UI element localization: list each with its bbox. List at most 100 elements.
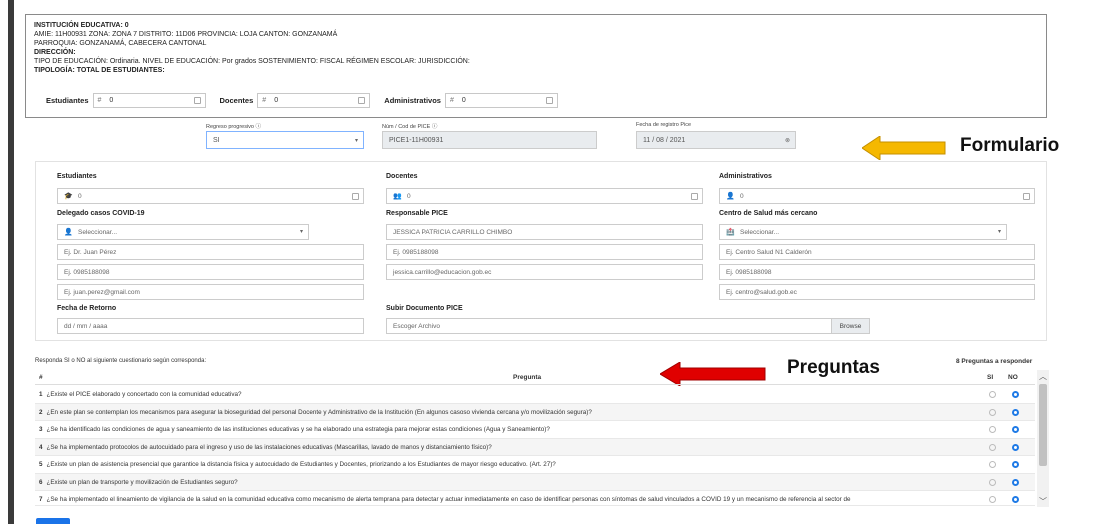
question-row: 6 ¿Existe un plan de transporte y moviliz… <box>35 473 1035 491</box>
delegado-email-input[interactable]: Ej. juan.perez@gmail.com <box>57 284 364 300</box>
info-line-tipologia: TIPOLOGÍA: TOTAL DE ESTUDIANTES: <box>34 67 165 74</box>
answer-si-radio[interactable] <box>989 478 996 486</box>
centro-salud-select[interactable]: 🏥 Seleccionar... ▾ <box>719 224 1007 240</box>
file-upload-placeholder: Escoger Archivo <box>393 322 440 330</box>
question-row: 4 ¿Se ha implementado protocolos de autoc… <box>35 438 1035 456</box>
hospital-icon: 🏥 <box>726 229 735 236</box>
docentes-value: 0 <box>407 192 411 200</box>
responsable-name-input[interactable]: JESSICA PATRICIA CARRILLO CHIMBO <box>386 224 703 240</box>
estudiantes-label: Estudiantes <box>57 173 97 180</box>
question-number: 3 <box>39 426 43 433</box>
info-line-tipo-educacion: TIPO DE EDUCACIÓN: Ordinaria. NIVEL DE E… <box>34 58 470 65</box>
answer-no-radio[interactable] <box>1012 478 1019 486</box>
counter-label-administrativos: Administrativos <box>384 96 441 105</box>
hash-icon: # <box>449 97 454 104</box>
question-row: 3 ¿Se ha identificado las condiciones de … <box>35 421 1035 439</box>
counter-docentes-input[interactable]: # 0 <box>257 93 371 108</box>
spinner-icon[interactable] <box>358 97 366 104</box>
delegado-phone-placeholder: Ej. 0985188098 <box>64 268 110 276</box>
counter-label-docentes: Docentes <box>219 96 254 105</box>
counter-value: 0 <box>461 97 466 104</box>
hash-icon: # <box>97 97 102 104</box>
question-number: 7 <box>39 496 43 503</box>
question-text-wrap: 1 ¿Existe el PICE elaborado y concertado … <box>39 391 974 398</box>
spinner-icon[interactable] <box>691 193 698 200</box>
responsable-phone-input[interactable]: Ej. 0985188098 <box>386 244 703 260</box>
docentes-label: Docentes <box>386 173 418 180</box>
regreso-value: SI <box>213 136 220 144</box>
clear-icon: ⊗ <box>784 138 790 144</box>
chevron-down-icon: ▾ <box>299 229 303 235</box>
centro-email-input[interactable]: Ej. centro@salud.gob.ec <box>719 284 1035 300</box>
regreso-select[interactable]: SI ▾ <box>206 131 364 149</box>
questions-table-header: # Pregunta SI NO <box>35 371 1035 385</box>
question-text: ¿Se ha identificado las condiciones de a… <box>46 426 550 433</box>
question-text-wrap: 5 ¿Existe un plan de asistencia presencia… <box>39 461 974 468</box>
answer-no-radio[interactable] <box>1012 496 1019 503</box>
question-number: 4 <box>39 443 43 451</box>
graduation-cap-icon: 🎓 <box>64 193 73 200</box>
question-text: ¿Se ha implementado protocolos de autocu… <box>46 443 492 451</box>
spinner-icon[interactable] <box>1023 193 1030 200</box>
question-row: 7 ¿Se ha implementado el lineamiento de v… <box>35 491 1035 506</box>
docentes-input[interactable]: 👥 0 <box>386 188 703 204</box>
col-num-header: # <box>39 374 43 381</box>
centro-email-placeholder: Ej. centro@salud.gob.ec <box>726 288 797 296</box>
question-text: ¿En este plan se contemplan los mecanism… <box>46 408 592 416</box>
chevron-down-icon[interactable]: ﹀ <box>1037 495 1049 507</box>
answer-no-radio[interactable] <box>1012 426 1019 433</box>
answer-si-radio[interactable] <box>989 496 996 503</box>
col-si-header: SI <box>987 374 994 381</box>
answer-no-radio[interactable] <box>1012 408 1019 416</box>
centro-name-input[interactable]: Ej. Centro Salud N1 Calderón <box>719 244 1035 260</box>
questions-count: 8 Preguntas a responder <box>956 358 1033 365</box>
formulario-annotation: Formulario <box>960 135 1060 156</box>
counter-administrativos-input[interactable]: # 0 <box>444 93 558 108</box>
answer-si-radio[interactable] <box>989 461 996 468</box>
file-upload-input[interactable]: Escoger Archivo Browse <box>386 318 870 334</box>
question-row: 1 ¿Existe el PICE elaborado y concertado … <box>35 386 1035 404</box>
administrativos-label: Administrativos <box>719 173 772 180</box>
scroll-thumb[interactable] <box>1039 384 1047 466</box>
fecha-retorno-input[interactable]: dd / mm / aaaa <box>57 318 364 334</box>
question-number: 1 <box>39 391 43 398</box>
answer-si-radio[interactable] <box>989 391 996 398</box>
questions-scrollbar[interactable]: ︿ ﹀ <box>1037 370 1049 507</box>
info-line-direccion: DIRECCIÓN: <box>34 49 76 56</box>
delegado-select[interactable]: 👤 Seleccionar... ▾ <box>57 224 309 240</box>
fecha-registro-value: 11 / 08 / 2021 <box>643 136 686 144</box>
delegado-select-value: Seleccionar... <box>78 228 118 236</box>
question-text: ¿Existe un plan de asistencia presencial… <box>46 461 556 468</box>
browse-button[interactable]: Browse <box>831 319 869 333</box>
delegado-phone-input[interactable]: Ej. 0985188098 <box>57 264 364 280</box>
answer-no-radio[interactable] <box>1012 443 1019 451</box>
estudiantes-input[interactable]: 🎓 0 <box>57 188 364 204</box>
answer-no-radio[interactable] <box>1012 461 1019 468</box>
info-counters: Estudiantes # 0 Docentes # 0 Administrat… <box>46 93 572 108</box>
question-text: ¿Se ha implementado el lineamiento de vi… <box>46 496 851 503</box>
submit-button[interactable] <box>36 518 70 524</box>
answer-si-radio[interactable] <box>989 443 996 451</box>
answer-si-radio[interactable] <box>989 426 996 433</box>
fecha-registro-field: 11 / 08 / 2021 ⊗ <box>636 131 796 149</box>
counter-estudiantes-input[interactable]: # 0 <box>92 93 206 108</box>
cod-pice-value: PICE1-11H00931 <box>389 136 444 144</box>
centro-phone-input[interactable]: Ej. 0985188098 <box>719 264 1035 280</box>
spinner-icon[interactable] <box>545 97 553 104</box>
question-text-wrap: 6 ¿Existe un plan de transporte y moviliz… <box>39 479 974 486</box>
answer-no-radio[interactable] <box>1012 391 1019 398</box>
counter-value: 0 <box>274 97 279 104</box>
col-pregunta-header: Pregunta <box>513 374 542 381</box>
delegado-name-input[interactable]: Ej. Dr. Juan Pérez <box>57 244 364 260</box>
responsable-email-input[interactable]: jessica.carrillo@educacion.gob.ec <box>386 264 703 280</box>
question-number: 2 <box>39 408 43 416</box>
centro-salud-label: Centro de Salud más cercano <box>719 210 818 217</box>
info-line-amie: AMIE: 11H00931 ZONA: ZONA 7 DISTRITO: 11… <box>34 31 338 38</box>
answer-si-radio[interactable] <box>989 408 996 416</box>
fecha-retorno-label: Fecha de Retorno <box>57 305 117 312</box>
chevron-up-icon[interactable]: ︿ <box>1037 370 1049 382</box>
spinner-icon[interactable] <box>352 193 359 200</box>
administrativos-input[interactable]: 👤 0 <box>719 188 1035 204</box>
question-number: 6 <box>39 478 43 486</box>
spinner-icon[interactable] <box>193 97 201 104</box>
